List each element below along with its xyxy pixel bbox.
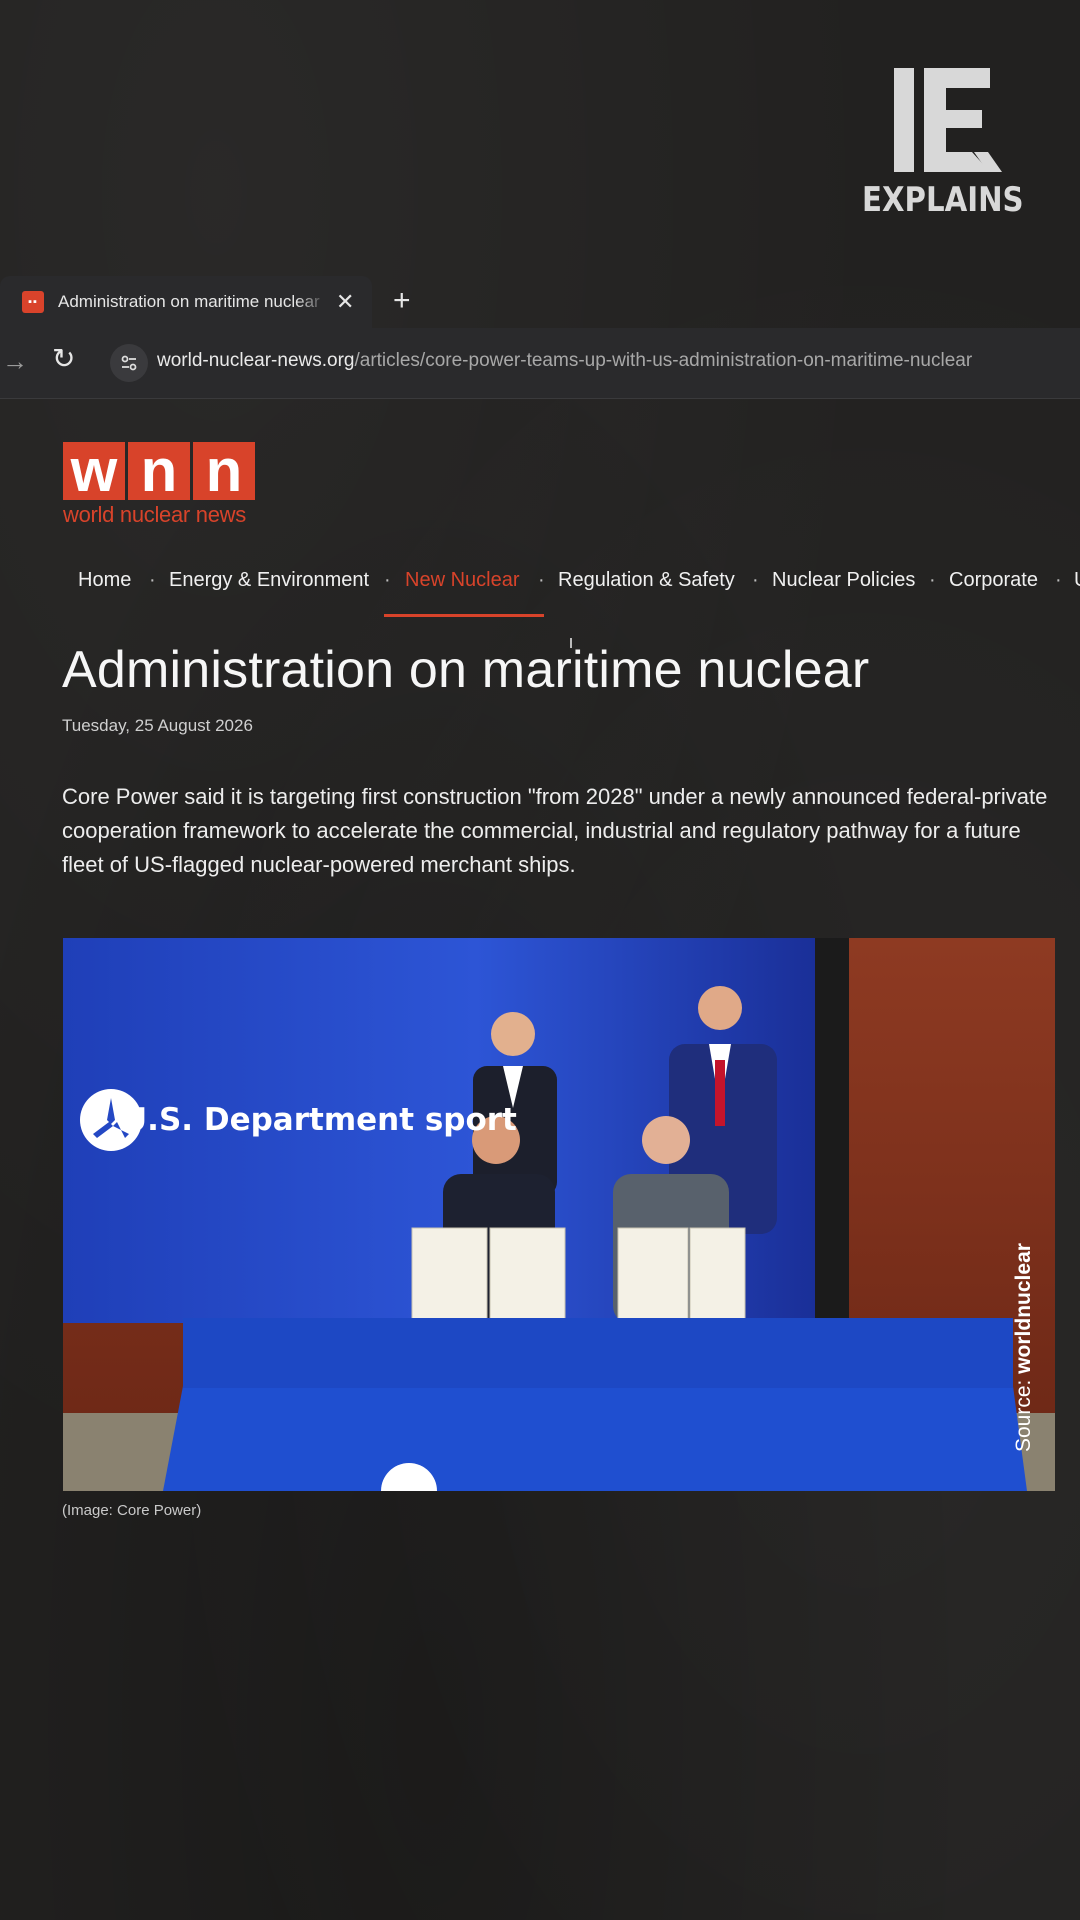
article-photo <box>63 938 1055 1491</box>
active-nav-underline <box>384 614 544 617</box>
browser-tab[interactable]: ▪▪ Administration on maritime nuclear ✕ <box>0 276 372 328</box>
tab-title: Administration on maritime nuclear <box>58 292 320 311</box>
nav-item-corporate[interactable]: Corporate <box>949 569 1038 592</box>
wnn-favicon-icon: ▪▪ <box>22 291 44 313</box>
photo-banner-text: U.S. Department sport <box>122 1102 517 1138</box>
wnn-logo-letter: n <box>128 441 190 501</box>
nav-item-nuclear-policies[interactable]: Nuclear Policies <box>772 569 915 592</box>
main-nav: Home · Energy & Environment · New Nuclea… <box>0 565 1080 615</box>
ie-logo-mark-icon <box>894 68 1002 172</box>
site-info-icon[interactable] <box>110 344 148 382</box>
browser-toolbar: → ↻ world-nuclear-news.org/articles/core… <box>0 328 1080 399</box>
reload-icon[interactable]: ↻ <box>52 342 75 375</box>
wnn-logo-letter: w <box>63 441 125 501</box>
address-bar-url[interactable]: world-nuclear-news.org/articles/core-pow… <box>157 350 972 372</box>
source-label: Source: worldnuclear <box>1012 1243 1035 1452</box>
source-name: worldnuclear <box>1012 1243 1035 1374</box>
nav-item-energy-environment[interactable]: Energy & Environment <box>169 569 369 592</box>
forward-arrow-icon[interactable]: → <box>2 346 28 377</box>
wnn-logo-letter: n <box>193 441 255 501</box>
nav-item-cutoff[interactable]: U <box>1074 569 1080 592</box>
wnn-tagline: world nuclear news <box>63 502 246 527</box>
article-headline: Administration on maritime nuclear <box>62 641 870 699</box>
article-date: Tuesday, 25 August 2026 <box>62 716 253 735</box>
ie-explains-logo: EXPLAINS <box>862 66 1028 226</box>
url-domain: world-nuclear-news.org <box>157 350 355 371</box>
nav-item-new-nuclear[interactable]: New Nuclear <box>405 569 519 592</box>
explains-wordmark: EXPLAINS <box>862 180 1024 220</box>
article-lead: Core Power said it is targeting first co… <box>62 784 1048 877</box>
nav-item-home[interactable]: Home <box>78 569 131 592</box>
nav-item-regulation-safety[interactable]: Regulation & Safety <box>558 569 735 592</box>
photo-caption: (Image: Core Power) <box>62 1502 202 1519</box>
new-tab-icon[interactable]: + <box>393 284 411 318</box>
wnn-logo[interactable]: w n n world nuclear news <box>63 441 255 528</box>
tab-close-icon[interactable]: ✕ <box>336 289 354 315</box>
url-path: /articles/core-power-teams-up-with-us-ad… <box>354 350 973 371</box>
